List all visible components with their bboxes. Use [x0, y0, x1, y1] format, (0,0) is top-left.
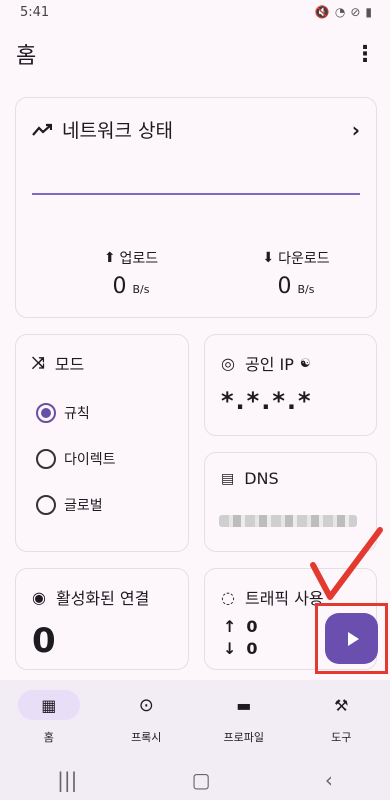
download-unit: B/s	[297, 283, 315, 296]
nav-item-tools[interactable]: ⚒ 도구	[293, 680, 390, 760]
back-icon[interactable]: ‹	[325, 768, 333, 792]
download-label: 다운로드	[278, 251, 330, 267]
traffic-down-row: ↓ 0	[223, 639, 258, 658]
nav-item-profile[interactable]: ▬ 프로파일	[195, 680, 293, 760]
page-title: 홈	[16, 44, 37, 69]
network-status-header: 네트워크 상태 ›	[32, 116, 360, 143]
nav-label: 프로파일	[223, 731, 264, 744]
play-icon	[347, 631, 359, 646]
nav-label: 홈	[43, 731, 54, 744]
mode-icon: ⤨	[32, 353, 45, 372]
home-icon[interactable]: ▢	[192, 768, 211, 792]
download-value: 0	[277, 274, 292, 299]
connection-icon: ◉	[32, 587, 46, 607]
mode-option-label: 글로벌	[64, 498, 103, 514]
dashboard-icon: ▦	[41, 695, 57, 715]
traffic-icon: ◌	[221, 587, 235, 607]
mode-card: ⤨ 모드 규칙 다이렉트 글로벌	[15, 334, 189, 552]
network-status-title: 네트워크 상태	[62, 120, 173, 142]
app-bar: 홈 ⋮	[0, 30, 390, 78]
dns-value-redacted	[219, 515, 357, 527]
connections-value: 0	[32, 621, 56, 661]
bottom-navigation: ▦ 홈 ⊙ 프록시 ▬ 프로파일 ⚒ 도구	[0, 680, 390, 760]
nav-label: 도구	[331, 731, 352, 744]
public-ip-value: *.*.*.*	[221, 387, 313, 415]
public-ip-card[interactable]: ◎ 공인 IP ☯ *.*.*.*	[204, 334, 377, 436]
recent-apps-icon[interactable]: |||	[57, 768, 77, 792]
dns-icon: ▤	[221, 470, 235, 487]
mode-option-global[interactable]: 글로벌	[36, 495, 103, 515]
more-options-icon[interactable]: ⋮	[354, 42, 376, 67]
mode-option-label: 규칙	[64, 406, 90, 422]
status-bar: 5:41 🔇 ◔ ⊘ ▮	[0, 0, 390, 24]
dns-card[interactable]: ▤ DNS	[204, 452, 377, 552]
mode-title: 모드	[54, 355, 85, 374]
dnd-icon: ⊘	[350, 5, 361, 19]
radio-selected-icon[interactable]	[36, 403, 56, 423]
status-time: 5:41	[20, 4, 50, 20]
public-ip-title: 공인 IP	[244, 355, 294, 374]
arrow-down-icon: ↓	[223, 639, 237, 658]
tools-icon: ⚒	[334, 695, 349, 715]
start-proxy-button[interactable]	[325, 613, 378, 664]
traffic-up-row: ↑ 0	[223, 617, 258, 636]
connections-card[interactable]: ◉ 활성화된 연결 0	[15, 568, 189, 670]
nav-item-home[interactable]: ▦ 홈	[0, 680, 98, 760]
upload-icon: ⬆	[103, 250, 116, 266]
upload-unit: B/s	[132, 283, 150, 296]
traffic-graph-line	[32, 193, 360, 195]
eye-off-icon[interactable]: ◎	[221, 354, 235, 373]
network-status-card[interactable]: 네트워크 상태 › ⬆ 업로드 0 B/s ⬇ 다운로드 0 B/s	[15, 97, 377, 318]
nav-item-proxy[interactable]: ⊙ 프록시	[98, 680, 196, 760]
traffic-title: 트래픽 사용	[244, 589, 324, 608]
wifi-icon: ◔	[334, 5, 346, 19]
download-icon: ⬇	[262, 250, 275, 266]
fab-highlight-box	[315, 603, 388, 674]
folder-icon: ▬	[236, 695, 252, 715]
arrow-up-icon: ↑	[223, 617, 237, 636]
mode-option-label: 다이렉트	[64, 452, 116, 468]
mode-option-rule[interactable]: 규칙	[36, 403, 90, 423]
traffic-down-value: 0	[246, 639, 258, 658]
radio-unselected-icon[interactable]	[36, 449, 56, 469]
flag-icon: ☯	[299, 356, 311, 370]
upload-label: 업로드	[119, 251, 159, 267]
connections-title: 활성화된 연결	[55, 589, 150, 608]
status-icons: 🔇 ◔ ⊘ ▮	[315, 5, 372, 19]
chevron-right-icon[interactable]: ›	[352, 118, 360, 142]
mode-option-direct[interactable]: 다이렉트	[36, 449, 116, 469]
download-speed: ⬇ 다운로드 0 B/s	[236, 248, 356, 299]
battery-icon: ▮	[365, 5, 372, 19]
system-navigation: ||| ▢ ‹	[0, 760, 390, 800]
dns-title: DNS	[244, 469, 279, 488]
mute-icon: 🔇	[314, 5, 330, 19]
radio-button-icon: ⊙	[138, 694, 154, 716]
radio-unselected-icon[interactable]	[36, 495, 56, 515]
upload-speed: ⬆ 업로드 0 B/s	[71, 248, 191, 299]
trending-icon	[32, 123, 52, 136]
traffic-up-value: 0	[246, 617, 258, 636]
upload-value: 0	[112, 274, 127, 299]
nav-label: 프록시	[131, 731, 162, 744]
